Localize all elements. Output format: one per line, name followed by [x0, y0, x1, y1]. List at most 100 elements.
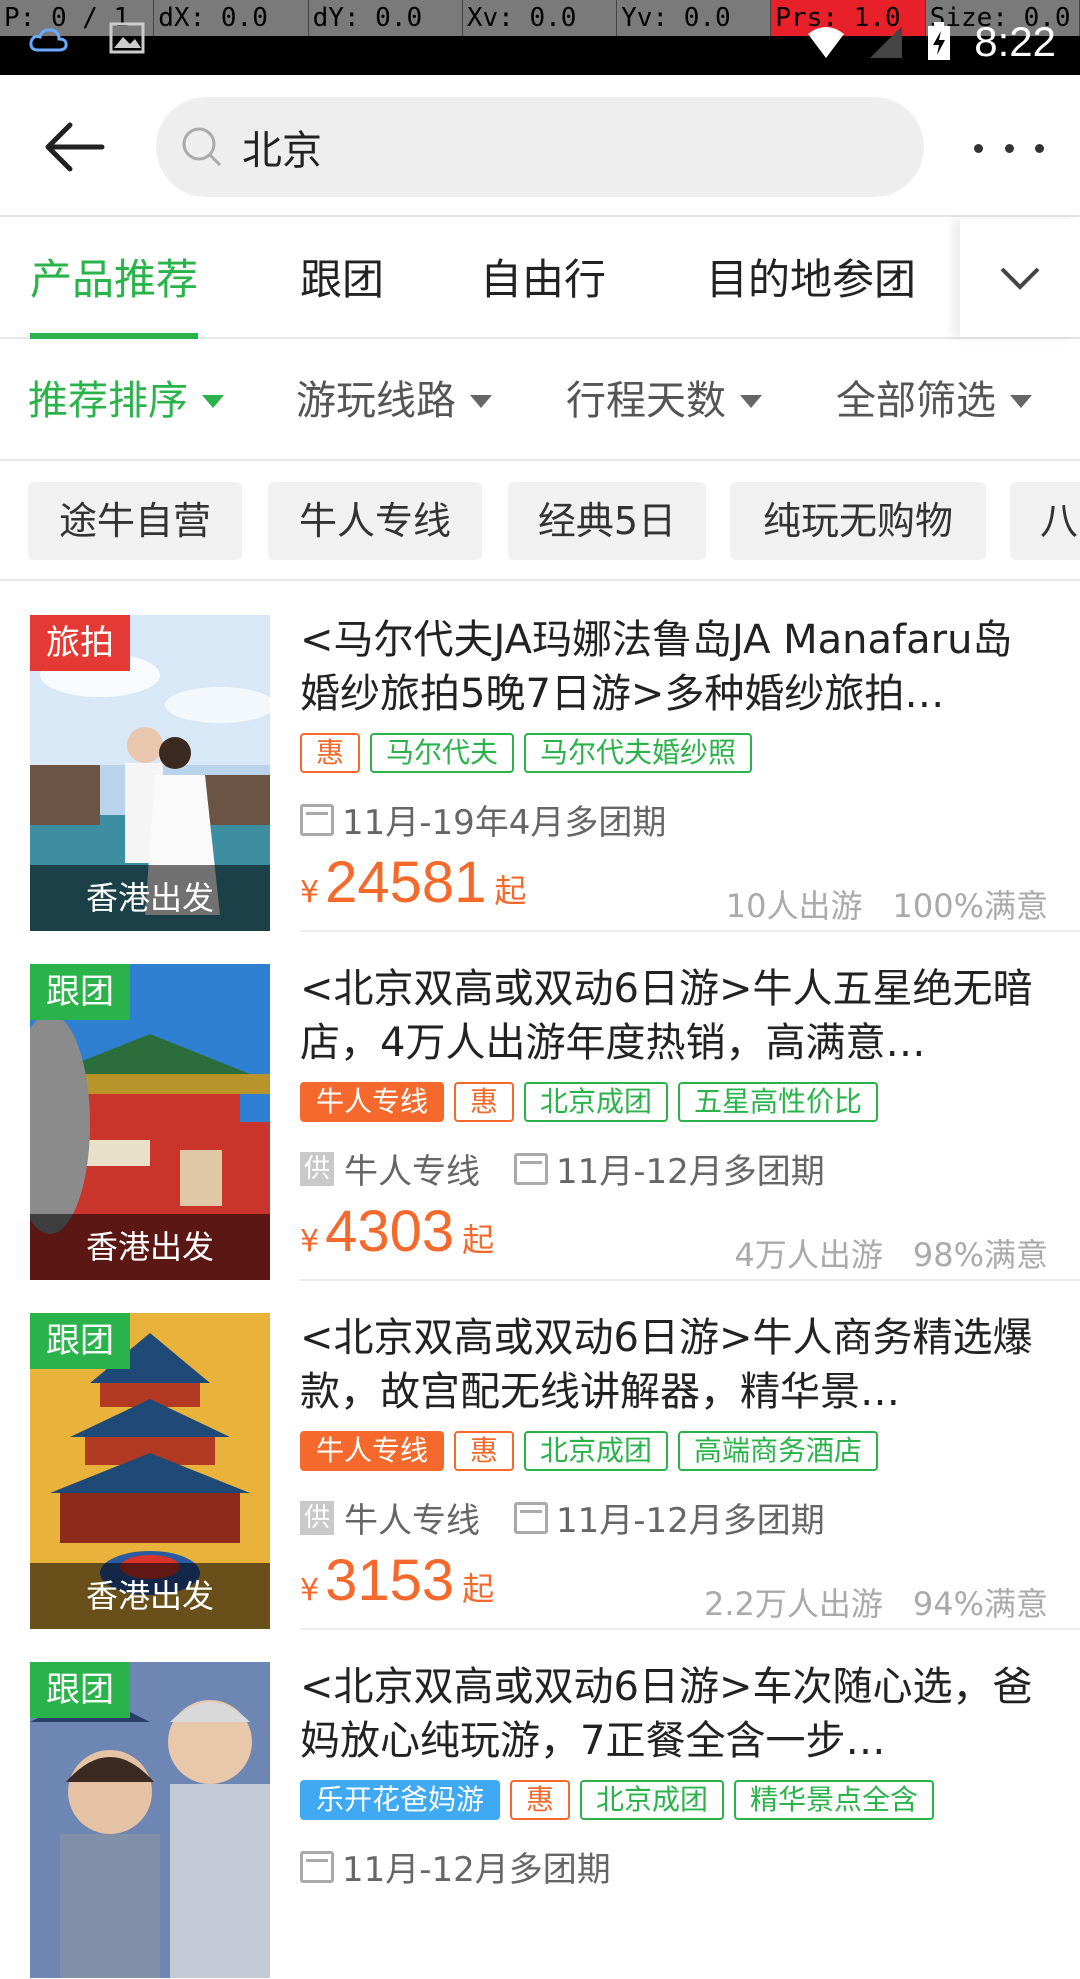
- departure-label: 香港出发: [30, 1563, 270, 1629]
- debug-xv: Xv: 0.0: [463, 0, 618, 36]
- product-stats: 2.2万人出游 94%满意: [704, 1579, 1048, 1625]
- weather-icon: [29, 28, 68, 52]
- destination-tag: 马尔代夫: [370, 733, 515, 773]
- product-stats: 4万人出游 98%满意: [734, 1230, 1048, 1276]
- product-tags: 惠 马尔代夫 马尔代夫婚纱照: [300, 733, 753, 773]
- product-meta: 供 牛人专线 11月-12月多团期: [300, 1144, 825, 1193]
- parents-tour-tag: 乐开花爸妈游: [300, 1780, 501, 1820]
- tab-destination-group[interactable]: 目的地参团: [706, 219, 916, 339]
- product-card[interactable]: 跟团 香港出发 <北京双高或双动6日游>牛人五星绝无暗店，4万人出游年度热销，高…: [0, 932, 1080, 1281]
- dropdown-triangle-icon: [1010, 394, 1032, 408]
- supplier-icon: 供: [300, 1500, 334, 1535]
- more-options-button[interactable]: [974, 133, 1044, 163]
- satisfaction-rate: 100%满意: [892, 887, 1049, 925]
- discount-tag: 惠: [454, 1082, 515, 1122]
- feature-tag: 高端商务酒店: [678, 1431, 879, 1471]
- product-title: <北京双高或双动6日游>车次随心选，爸妈放心纯玩游，7正餐全含一步…: [300, 1664, 1033, 1764]
- filter-all[interactable]: 全部筛选: [836, 341, 1032, 461]
- calendar-icon: [514, 1501, 548, 1534]
- price-suffix: 起: [494, 872, 527, 910]
- supplier-name: 牛人专线: [344, 1152, 480, 1192]
- signal-icon: [870, 26, 903, 58]
- departure-dates: 11月-12月多团期: [342, 1850, 611, 1890]
- product-stats: 10人出游 100%满意: [726, 881, 1048, 927]
- discount-tag: 惠: [510, 1780, 571, 1820]
- product-image: 跟团: [30, 1662, 270, 1978]
- product-meta: 供 牛人专线 11月-12月多团期: [300, 1493, 825, 1542]
- product-image: 旅拍 香港出发: [30, 615, 270, 931]
- tab-group-tour[interactable]: 跟团: [300, 219, 384, 339]
- product-meta: 11月-19年4月多团期: [300, 795, 666, 844]
- product-type-badge: 跟团: [30, 1313, 130, 1369]
- feature-tag: 五星高性价比: [678, 1082, 879, 1122]
- departure-dates: 11月-12月多团期: [556, 1501, 825, 1541]
- chevron-down-icon: [1000, 267, 1040, 290]
- dropdown-triangle-icon: [470, 394, 492, 408]
- filter-days[interactable]: 行程天数: [566, 341, 762, 461]
- chip-pure-play[interactable]: 纯玩无购物: [730, 482, 986, 560]
- product-card[interactable]: 跟团 香港出发 <北京双高或双动6日游>牛人商务精选爆款，故宫配无线讲解器，精华…: [0, 1281, 1080, 1630]
- group-tag: 北京成团: [524, 1431, 669, 1471]
- price: ¥ 24581 起: [300, 849, 526, 916]
- filter-sort-label: 推荐排序: [28, 378, 188, 424]
- chip-tuniu-self[interactable]: 途牛自营: [28, 482, 242, 560]
- debug-yv: Yv: 0.0: [617, 0, 772, 36]
- chip-more[interactable]: 八: [1010, 482, 1080, 560]
- debug-dy: dY: 0.0: [309, 0, 463, 36]
- product-tags: 牛人专线 惠 北京成团 五星高性价比: [300, 1082, 879, 1122]
- product-title: <北京双高或双动6日游>牛人五星绝无暗店，4万人出游年度热销，高满意…: [300, 966, 1033, 1066]
- debug-dx: dX: 0.0: [154, 0, 309, 36]
- chip-classic-5day[interactable]: 经典5日: [508, 482, 706, 560]
- feature-tag: 马尔代夫婚纱照: [524, 733, 753, 773]
- departure-dates: 11月-19年4月多团期: [342, 803, 667, 843]
- price-suffix: 起: [462, 1221, 495, 1259]
- search-query: 北京: [242, 128, 322, 174]
- status-bar: P: 0 / 1 dX: 0.0 dY: 0.0 Xv: 0.0 Yv: 0.0…: [0, 0, 1080, 75]
- more-dot-icon: [1035, 143, 1044, 153]
- price-value: 3153: [325, 1548, 455, 1613]
- tabs-expand-button[interactable]: [960, 219, 1080, 337]
- chip-niuren[interactable]: 牛人专线: [268, 482, 482, 560]
- traveler-count: 10人出游: [725, 887, 863, 925]
- traveler-count: 4万人出游: [734, 1236, 883, 1274]
- more-dot-icon: [1004, 143, 1014, 153]
- product-card[interactable]: 旅拍 香港出发 <马尔代夫JA玛娜法鲁岛JA Manafaru岛婚纱旅拍5晚7日…: [0, 583, 1080, 932]
- satisfaction-rate: 98%满意: [912, 1236, 1048, 1274]
- battery-icon: [928, 22, 951, 60]
- tab-independent-travel[interactable]: 自由行: [480, 219, 606, 339]
- product-card[interactable]: 跟团 <北京双高或双动6日游>车次随心选，爸妈放心纯玩游，7正餐全含一步… 乐开…: [0, 1630, 1080, 1979]
- product-image: 跟团 香港出发: [30, 964, 270, 1280]
- product-title: <马尔代夫JA玛娜法鲁岛JA Manafaru岛婚纱旅拍5晚7日游>多种婚纱旅拍…: [300, 617, 1013, 717]
- traveler-count: 2.2万人出游: [703, 1585, 883, 1623]
- feature-tag: 精华景点全含: [734, 1780, 935, 1820]
- calendar-icon: [300, 1850, 334, 1883]
- price-value: 24581: [325, 850, 487, 915]
- group-tag: 北京成团: [580, 1780, 725, 1820]
- back-arrow-icon[interactable]: [40, 117, 110, 177]
- group-tag: 北京成团: [524, 1082, 669, 1122]
- filter-days-label: 行程天数: [566, 378, 726, 424]
- filter-bar: 推荐排序 游玩线路 行程天数 全部筛选: [0, 341, 1080, 461]
- product-image: 跟团 香港出发: [30, 1313, 270, 1629]
- currency-symbol: ¥: [300, 1573, 320, 1608]
- product-type-badge: 跟团: [30, 1662, 130, 1718]
- quick-filter-chips: 途牛自营 牛人专线 经典5日 纯玩无购物 八: [0, 463, 1080, 581]
- supplier-name: 牛人专线: [344, 1501, 480, 1541]
- search-box[interactable]: 北京: [156, 97, 924, 197]
- currency-symbol: ¥: [300, 875, 320, 910]
- product-meta: 11月-12月多团期: [300, 1842, 611, 1891]
- price: ¥ 4303 起: [300, 1198, 494, 1265]
- departure-dates: 11月-12月多团期: [556, 1152, 825, 1192]
- filter-sort[interactable]: 推荐排序: [28, 341, 224, 461]
- departure-label: 香港出发: [30, 1214, 270, 1280]
- niuren-tag: 牛人专线: [300, 1082, 445, 1122]
- wifi-icon: [808, 27, 845, 58]
- niuren-tag: 牛人专线: [300, 1431, 445, 1471]
- discount-tag: 惠: [300, 733, 361, 773]
- tab-product-recommend[interactable]: 产品推荐: [30, 219, 199, 339]
- discount-tag: 惠: [454, 1431, 515, 1471]
- product-type-badge: 跟团: [30, 964, 130, 1020]
- search-icon: [182, 127, 222, 167]
- filter-route[interactable]: 游玩线路: [296, 341, 492, 461]
- price-value: 4303: [325, 1199, 455, 1264]
